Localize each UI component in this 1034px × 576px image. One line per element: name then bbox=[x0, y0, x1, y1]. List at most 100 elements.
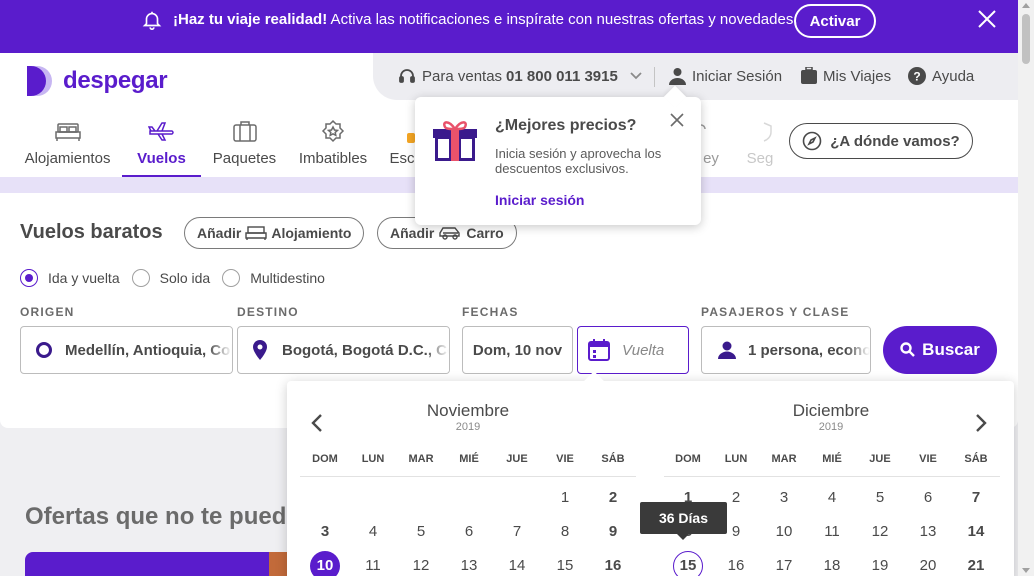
radio-roundtrip[interactable]: Ida y vuelta bbox=[20, 269, 120, 287]
calendar-day[interactable]: 16 bbox=[597, 552, 629, 576]
calendar-day[interactable]: 12 bbox=[864, 518, 896, 546]
calendar-day[interactable]: 9 bbox=[597, 518, 629, 546]
calendar-day[interactable]: 14 bbox=[501, 552, 533, 576]
radio-oneway[interactable]: Solo ida bbox=[131, 269, 210, 287]
calendar-day[interactable]: 19 bbox=[864, 552, 896, 576]
login-popover: ¿Mejores precios? Inicia sesión y aprove… bbox=[415, 85, 701, 225]
hidden-icon bbox=[701, 124, 706, 130]
calendar-day[interactable]: 2 bbox=[597, 484, 629, 512]
calendar-day[interactable]: 10 bbox=[310, 551, 340, 576]
search-button[interactable]: Buscar bbox=[883, 326, 997, 374]
origin-circle-icon bbox=[36, 342, 52, 358]
help-link[interactable]: ? Ayuda bbox=[908, 67, 974, 85]
sales-phone[interactable]: Para ventas 01 800 011 3915 bbox=[398, 67, 648, 85]
location-pin-icon bbox=[253, 340, 267, 360]
badge-icon bbox=[321, 119, 345, 143]
calendar-day[interactable]: 18 bbox=[816, 552, 848, 576]
weekday-header: JUE bbox=[869, 453, 891, 465]
radio-multicity[interactable]: Multidestino bbox=[222, 269, 325, 287]
calendar-day[interactable]: 6 bbox=[453, 518, 485, 546]
calendar-day[interactable]: 13 bbox=[453, 552, 485, 576]
calendar-day[interactable]: 20 bbox=[912, 552, 944, 576]
radio-dot bbox=[131, 269, 150, 287]
login-link[interactable]: Iniciar Sesión bbox=[669, 67, 782, 85]
scroll-up-arrow[interactable] bbox=[1022, 3, 1030, 8]
plane-icon bbox=[147, 122, 174, 141]
scrollbar[interactable] bbox=[1018, 0, 1034, 576]
calendar-day[interactable]: 13 bbox=[912, 518, 944, 546]
calendar-day[interactable]: 17 bbox=[768, 552, 800, 576]
where-to-button[interactable]: ¿A dónde vamos? bbox=[789, 123, 973, 159]
calendar-day[interactable]: 7 bbox=[960, 484, 992, 512]
trip-type-selector: Ida y vuelta Solo ida Multidestino bbox=[20, 269, 335, 287]
calendar-day[interactable]: 6 bbox=[912, 484, 944, 512]
origin-input[interactable]: Medellín, Antioquia, Colombia bbox=[20, 326, 233, 374]
logo[interactable]: despegar bbox=[25, 65, 168, 97]
compass-icon bbox=[802, 131, 822, 151]
tab-paquetes[interactable]: Paquetes bbox=[212, 113, 277, 177]
calendar-day[interactable]: 16 bbox=[720, 552, 752, 576]
calendar-day[interactable]: 3 bbox=[309, 518, 341, 546]
calendar-day[interactable]: 15 bbox=[673, 551, 703, 576]
calendar-day[interactable]: 3 bbox=[768, 484, 800, 512]
radio-dot bbox=[222, 269, 241, 287]
popover-login-link[interactable]: Iniciar sesión bbox=[495, 192, 584, 208]
calendar-day[interactable]: 21 bbox=[960, 552, 992, 576]
calendar-day[interactable]: 10 bbox=[768, 518, 800, 546]
destination-input[interactable]: Bogotá, Bogotá D.C., Colombia bbox=[237, 326, 450, 374]
notification-bar: ¡Haz tu viaje realidad! Activa las notif… bbox=[0, 0, 1018, 53]
help-icon: ? bbox=[908, 67, 926, 85]
popover-title: ¿Mejores precios? bbox=[495, 117, 637, 134]
bell-icon bbox=[142, 11, 162, 30]
divider bbox=[300, 476, 636, 477]
close-icon[interactable] bbox=[977, 9, 997, 29]
weekday-header: SÁB bbox=[964, 453, 988, 465]
weekday-header: JUE bbox=[506, 453, 528, 465]
offer-image bbox=[269, 552, 287, 576]
calendar-day[interactable]: 5 bbox=[864, 484, 896, 512]
search-title: Vuelos baratos bbox=[20, 221, 163, 243]
destination-label: DESTINO bbox=[237, 305, 299, 319]
radio-dot bbox=[20, 269, 38, 287]
departure-date-input[interactable]: Dom, 10 nov bbox=[462, 326, 573, 374]
weekday-header: SÁB bbox=[601, 453, 625, 465]
dates-label: FECHAS bbox=[462, 305, 519, 319]
tab-escapadas[interactable]: Esc bbox=[388, 113, 416, 177]
activate-notifications-button[interactable]: Activar bbox=[794, 4, 876, 38]
weekday-header: VIE bbox=[919, 453, 937, 465]
calendar-day[interactable]: 1 bbox=[549, 484, 581, 512]
date-picker: Noviembre 2019 Diciembre 2019 DOM DOM LUN L… bbox=[287, 371, 1014, 576]
tab-alojamientos[interactable]: Alojamientos bbox=[25, 113, 110, 177]
my-trips-link[interactable]: Mis Viajes bbox=[801, 67, 891, 85]
bed-icon bbox=[245, 226, 268, 240]
brand-name: despegar bbox=[63, 67, 168, 94]
scroll-thumb[interactable] bbox=[1022, 14, 1030, 64]
calendar-day[interactable]: 11 bbox=[816, 518, 848, 546]
tab-hidden[interactable]: ey bbox=[701, 113, 721, 177]
calendar-day[interactable]: 14 bbox=[960, 518, 992, 546]
tab-imbatibles[interactable]: Imbatibles bbox=[297, 113, 369, 177]
calendar-day[interactable]: 12 bbox=[405, 552, 437, 576]
tab-vuelos[interactable]: Vuelos bbox=[122, 113, 201, 177]
calendar-day[interactable]: 7 bbox=[501, 518, 533, 546]
close-icon[interactable] bbox=[670, 113, 684, 127]
scroll-down-arrow[interactable] bbox=[1022, 568, 1030, 573]
month-header-nov: Noviembre 2019 bbox=[426, 401, 510, 433]
headset-icon bbox=[399, 69, 415, 83]
add-lodging-button[interactable]: Añadir Alojamiento bbox=[184, 217, 365, 249]
passengers-input[interactable]: 1 persona, economy bbox=[701, 326, 871, 374]
calendar-day[interactable]: 8 bbox=[549, 518, 581, 546]
calendar-icon bbox=[588, 339, 610, 361]
return-date-input[interactable]: Vuelta bbox=[577, 326, 689, 374]
tab-seguros[interactable]: Seg bbox=[745, 113, 775, 177]
weekday-header: MAR bbox=[408, 453, 434, 465]
suitcase-icon bbox=[232, 121, 257, 142]
offer-banner[interactable] bbox=[25, 552, 295, 576]
calendar-day[interactable]: 15 bbox=[549, 552, 581, 576]
calendar-day[interactable]: 11 bbox=[357, 552, 389, 576]
search-icon bbox=[900, 342, 916, 357]
calendar-day[interactable]: 4 bbox=[816, 484, 848, 512]
calendar-day[interactable]: 5 bbox=[405, 518, 437, 546]
calendar-day[interactable]: 4 bbox=[357, 518, 389, 546]
weekday-header: MIÉ bbox=[822, 453, 842, 465]
